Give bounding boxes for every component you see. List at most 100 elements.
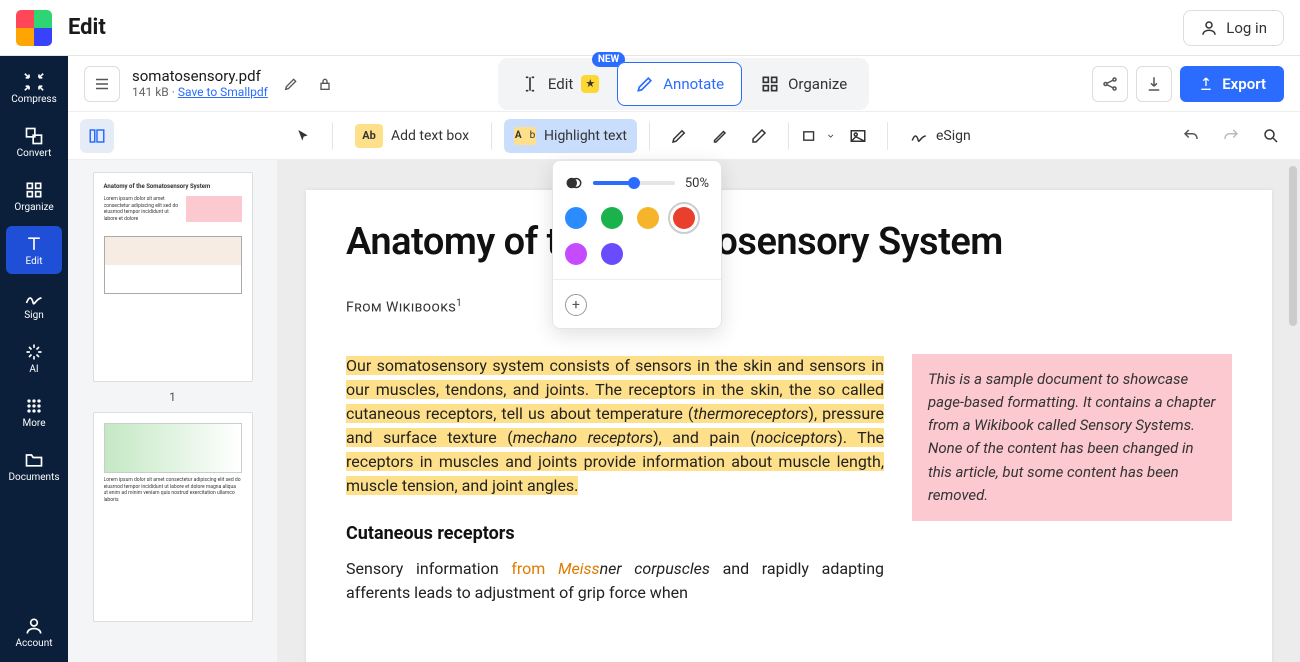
- undo-button[interactable]: [1174, 119, 1208, 153]
- rail-label: Compress: [11, 94, 57, 105]
- color-purple[interactable]: [601, 243, 623, 265]
- cursor-tool[interactable]: [286, 119, 320, 153]
- lock-button[interactable]: [314, 73, 336, 95]
- download-icon: [1145, 75, 1163, 93]
- thumbnails-toggle[interactable]: [80, 119, 114, 153]
- opacity-value: 50%: [685, 176, 709, 191]
- file-info: somatosensory.pdf 141 kB · Save to Small…: [132, 67, 268, 99]
- rectangle-icon: [801, 127, 818, 145]
- search-button[interactable]: [1254, 119, 1288, 153]
- file-name: somatosensory.pdf: [132, 67, 268, 85]
- pencil-icon: [283, 76, 299, 92]
- user-icon: [24, 616, 44, 636]
- share-button[interactable]: [1092, 66, 1128, 102]
- mode-label: Edit: [548, 75, 573, 93]
- save-link[interactable]: Save to Smallpdf: [178, 85, 268, 99]
- doc-subtitle: From Wikibooks1: [346, 298, 1232, 316]
- rail-more[interactable]: More: [6, 388, 62, 436]
- text-cursor-icon: [520, 74, 540, 94]
- rail-label: Documents: [8, 472, 59, 483]
- app-logo: [0, 10, 68, 46]
- rail-organize[interactable]: Organize: [6, 172, 62, 220]
- document-page: Anatomy of the Somatosensory System From…: [306, 190, 1272, 662]
- page-thumbnail[interactable]: Lorem ipsum dolor sit amet consectetur a…: [93, 412, 253, 622]
- rail-convert[interactable]: Convert: [6, 118, 62, 166]
- color-red[interactable]: [673, 207, 695, 229]
- text-icon: [24, 234, 44, 254]
- sidebar-icon: [88, 127, 106, 145]
- rail-label: Account: [15, 638, 52, 649]
- text-box-icon: Ab: [355, 124, 383, 148]
- pencil-icon: [670, 127, 688, 145]
- marker-tool[interactable]: [702, 119, 736, 153]
- cursor-icon: [295, 128, 311, 144]
- rail-sign[interactable]: Sign: [6, 280, 62, 328]
- rail-label: Sign: [24, 310, 44, 321]
- rail-documents[interactable]: Documents: [6, 442, 62, 490]
- compress-icon: [24, 72, 44, 92]
- file-size: 141 kB: [132, 85, 169, 99]
- pencil-tool[interactable]: [662, 119, 696, 153]
- opacity-slider[interactable]: [593, 173, 675, 193]
- rail-label: Convert: [17, 148, 52, 159]
- mode-organize[interactable]: Organize: [742, 62, 865, 106]
- grid-icon: [24, 180, 44, 200]
- page-title: Edit: [68, 15, 106, 40]
- export-label: Export: [1222, 75, 1266, 93]
- color-blue[interactable]: [565, 207, 587, 229]
- color-pink[interactable]: [565, 243, 587, 265]
- add-color-button[interactable]: +: [565, 294, 587, 316]
- rail-compress[interactable]: Compress: [6, 64, 62, 112]
- color-swatches: [565, 207, 709, 265]
- tool-label: eSign: [936, 128, 971, 144]
- login-label: Log in: [1226, 19, 1267, 37]
- user-icon: [1200, 19, 1218, 37]
- rail-label: Organize: [14, 202, 53, 213]
- mode-label: Organize: [788, 75, 847, 93]
- add-text-button[interactable]: AbAdd text box: [345, 119, 479, 153]
- highlighted-text[interactable]: Our somatosensory system consists of sen…: [346, 356, 884, 495]
- hamburger-icon: [93, 75, 111, 93]
- rail-ai[interactable]: AI: [6, 334, 62, 382]
- pencil-icon: [635, 74, 655, 94]
- rail-label: More: [22, 418, 45, 429]
- edit-name-button[interactable]: [280, 73, 302, 95]
- lock-icon: [317, 76, 333, 92]
- shape-tool[interactable]: [801, 119, 835, 153]
- menu-button[interactable]: [84, 66, 120, 102]
- redo-button[interactable]: [1214, 119, 1248, 153]
- redo-icon: [1222, 127, 1240, 145]
- apps-icon: [24, 396, 44, 416]
- document-viewport[interactable]: Anatomy of the Somatosensory System From…: [278, 160, 1300, 662]
- mode-label: Annotate: [663, 75, 724, 93]
- esign-button[interactable]: eSign: [900, 119, 981, 153]
- signature-icon: [910, 127, 928, 145]
- annotate-toolbar: AbAdd text box AbHighlight text eSign: [68, 112, 1300, 160]
- tool-label: Highlight text: [544, 128, 627, 144]
- login-button[interactable]: Log in: [1183, 10, 1284, 46]
- chevron-down-icon: [826, 131, 835, 141]
- export-button[interactable]: Export: [1180, 66, 1284, 102]
- highlight-button[interactable]: AbHighlight text: [504, 119, 637, 153]
- download-button[interactable]: [1136, 66, 1172, 102]
- file-bar: somatosensory.pdf 141 kB · Save to Small…: [68, 56, 1300, 112]
- image-tool[interactable]: [841, 119, 875, 153]
- eraser-icon: [750, 127, 768, 145]
- marker-icon: [710, 127, 728, 145]
- side-rail: Compress Convert Organize Edit Sign AI M…: [0, 56, 68, 662]
- grid-icon: [760, 74, 780, 94]
- eraser-tool[interactable]: [742, 119, 776, 153]
- rail-edit[interactable]: Edit: [6, 226, 62, 274]
- image-icon: [849, 127, 867, 145]
- doc-title: Anatomy of the Somatosensory System: [346, 220, 1232, 264]
- page-thumbnail[interactable]: Anatomy of the Somatosensory System Lore…: [93, 172, 253, 382]
- page-number: 1: [169, 390, 176, 404]
- mode-edit[interactable]: Edit ★ NEW: [502, 62, 617, 106]
- color-yellow[interactable]: [637, 207, 659, 229]
- upload-icon: [1198, 76, 1214, 92]
- star-badge: ★: [581, 75, 599, 93]
- mode-annotate[interactable]: Annotate: [617, 62, 742, 106]
- rail-account[interactable]: Account: [6, 608, 62, 656]
- color-green[interactable]: [601, 207, 623, 229]
- thumbnail-panel: Anatomy of the Somatosensory System Lore…: [68, 160, 278, 662]
